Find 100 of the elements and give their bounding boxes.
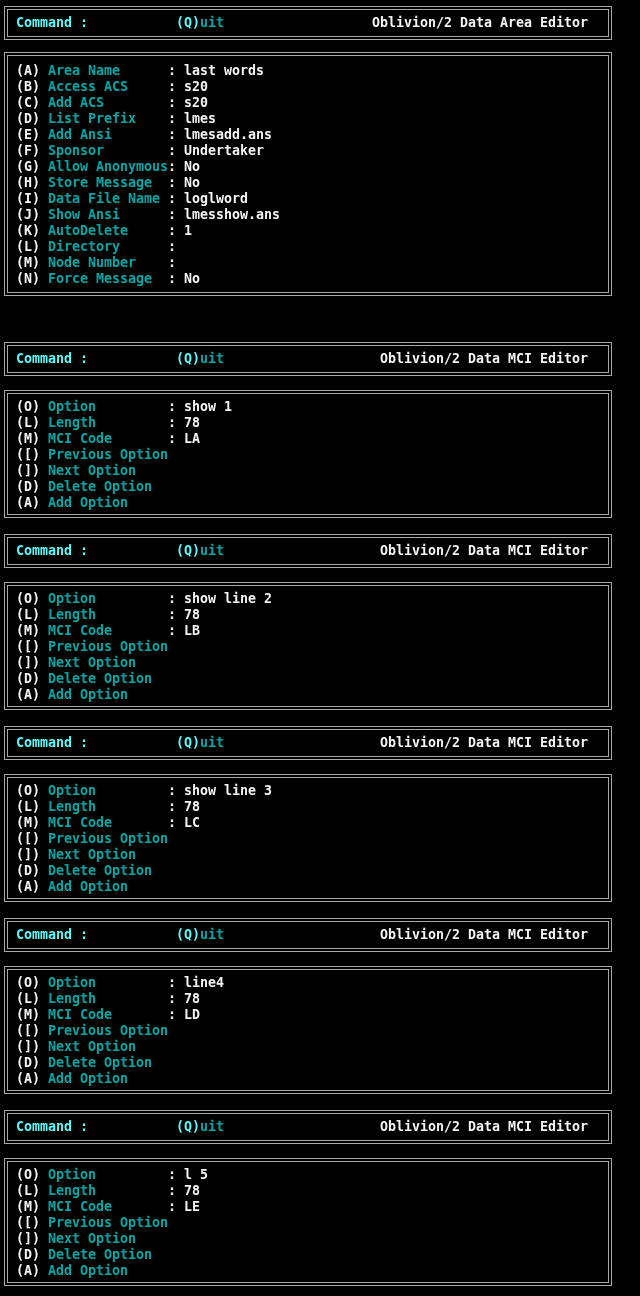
hotkey[interactable]: (F) [16, 143, 48, 159]
field-separator: : [168, 783, 177, 799]
field-separator: : [168, 1007, 177, 1023]
field-value: No [184, 159, 201, 175]
hotkey[interactable]: (K) [16, 223, 48, 239]
hotkey[interactable]: (D) [16, 671, 48, 687]
field-label: AutoDelete [48, 223, 129, 239]
hotkey[interactable]: (N) [16, 271, 48, 287]
field-value: LB [184, 623, 201, 639]
hotkey[interactable]: (D) [16, 1247, 48, 1263]
field-separator: : [168, 63, 177, 79]
field-value: s20 [184, 95, 209, 111]
field-value: 1 [184, 223, 193, 239]
hotkey[interactable]: (D) [16, 863, 48, 879]
hotkey[interactable]: (D) [16, 479, 48, 495]
field-label: Access ACS [48, 79, 129, 95]
hotkey[interactable]: (M) [16, 1199, 48, 1215]
hotkey[interactable]: (L) [16, 239, 48, 255]
field-separator: : [168, 591, 177, 607]
field-value: show line 2 [184, 591, 273, 607]
hotkey[interactable]: (H) [16, 175, 48, 191]
hotkey[interactable]: (L) [16, 991, 48, 1007]
field-separator: : [168, 95, 177, 111]
field-value: show line 3 [184, 783, 273, 799]
hotkey[interactable]: (D) [16, 1055, 48, 1071]
field-label: Previous Option [48, 639, 169, 655]
hotkey[interactable]: (J) [16, 207, 48, 223]
hotkey[interactable]: ([) [16, 1215, 48, 1231]
hotkey[interactable]: (B) [16, 79, 48, 95]
hotkey[interactable]: (M) [16, 255, 48, 271]
hotkey[interactable]: ([) [16, 639, 48, 655]
hotkey[interactable]: ([) [16, 831, 48, 847]
field-value: 78 [184, 1183, 201, 1199]
field-label: MCI Code [48, 431, 113, 447]
hotkey[interactable]: (D) [16, 111, 48, 127]
hotkey[interactable]: (L) [16, 607, 48, 623]
quit-command[interactable]: (Q)uit [176, 1119, 224, 1135]
hotkey[interactable]: (O) [16, 1167, 48, 1183]
field-separator: : [168, 111, 177, 127]
hotkey[interactable]: (A) [16, 495, 48, 511]
hotkey[interactable]: ([) [16, 447, 48, 463]
hotkey[interactable]: (M) [16, 815, 48, 831]
quit-command[interactable]: (Q)uit [176, 15, 224, 31]
field-label: Delete Option [48, 479, 153, 495]
hotkey[interactable]: (A) [16, 1263, 48, 1279]
field-label: Add Option [48, 1263, 129, 1279]
editor-title: Oblivion/2 Data Area Editor [372, 15, 588, 31]
editor-title: Oblivion/2 Data MCI Editor [380, 927, 588, 943]
quit-command[interactable]: (Q)uit [176, 351, 224, 367]
hotkey[interactable]: (L) [16, 415, 48, 431]
hotkey[interactable]: (E) [16, 127, 48, 143]
field-label: Store Message [48, 175, 153, 191]
hotkey[interactable]: (L) [16, 799, 48, 815]
field-value: 78 [184, 607, 201, 623]
field-value: 78 [184, 415, 201, 431]
field-label: Length [48, 799, 97, 815]
field-label: MCI Code [48, 1199, 113, 1215]
quit-command[interactable]: (Q)uit [176, 735, 224, 751]
field-label: Delete Option [48, 1247, 153, 1263]
hotkey[interactable]: (]) [16, 1231, 48, 1247]
hotkey[interactable]: (]) [16, 1039, 48, 1055]
quit-command[interactable]: (Q)uit [176, 543, 224, 559]
hotkey[interactable]: (A) [16, 687, 48, 703]
hotkey[interactable]: (M) [16, 431, 48, 447]
field-value: No [184, 271, 201, 287]
hotkey[interactable]: (I) [16, 191, 48, 207]
quit-command[interactable]: (Q)uit [176, 927, 224, 943]
hotkey[interactable]: (]) [16, 463, 48, 479]
field-label: List Prefix [48, 111, 137, 127]
hotkey[interactable]: (]) [16, 847, 48, 863]
hotkey[interactable]: (O) [16, 399, 48, 415]
field-separator: : [168, 239, 177, 255]
hotkey[interactable]: (M) [16, 1007, 48, 1023]
field-label: Add ACS [48, 95, 105, 111]
hotkey[interactable]: (L) [16, 1183, 48, 1199]
field-label: MCI Code [48, 623, 113, 639]
hotkey[interactable]: (A) [16, 63, 48, 79]
field-label: Option [48, 975, 97, 991]
field-separator: : [168, 975, 177, 991]
field-label: Add Ansi [48, 127, 113, 143]
hotkey[interactable]: ([) [16, 1023, 48, 1039]
hotkey[interactable]: (G) [16, 159, 48, 175]
field-separator: : [168, 255, 177, 271]
field-label: Next Option [48, 463, 137, 479]
hotkey[interactable]: (C) [16, 95, 48, 111]
editor-title: Oblivion/2 Data MCI Editor [380, 351, 588, 367]
hotkey[interactable]: (A) [16, 1071, 48, 1087]
hotkey[interactable]: (A) [16, 879, 48, 895]
field-label: Allow Anonymous [48, 159, 168, 175]
field-label: Option [48, 1167, 97, 1183]
hotkey[interactable]: (O) [16, 975, 48, 991]
field-label: Next Option [48, 1039, 137, 1055]
hotkey[interactable]: (O) [16, 783, 48, 799]
field-separator: : [168, 207, 177, 223]
field-label: MCI Code [48, 815, 113, 831]
field-label: Length [48, 1183, 97, 1199]
hotkey[interactable]: (]) [16, 655, 48, 671]
hotkey[interactable]: (O) [16, 591, 48, 607]
field-separator: : [168, 223, 177, 239]
hotkey[interactable]: (M) [16, 623, 48, 639]
